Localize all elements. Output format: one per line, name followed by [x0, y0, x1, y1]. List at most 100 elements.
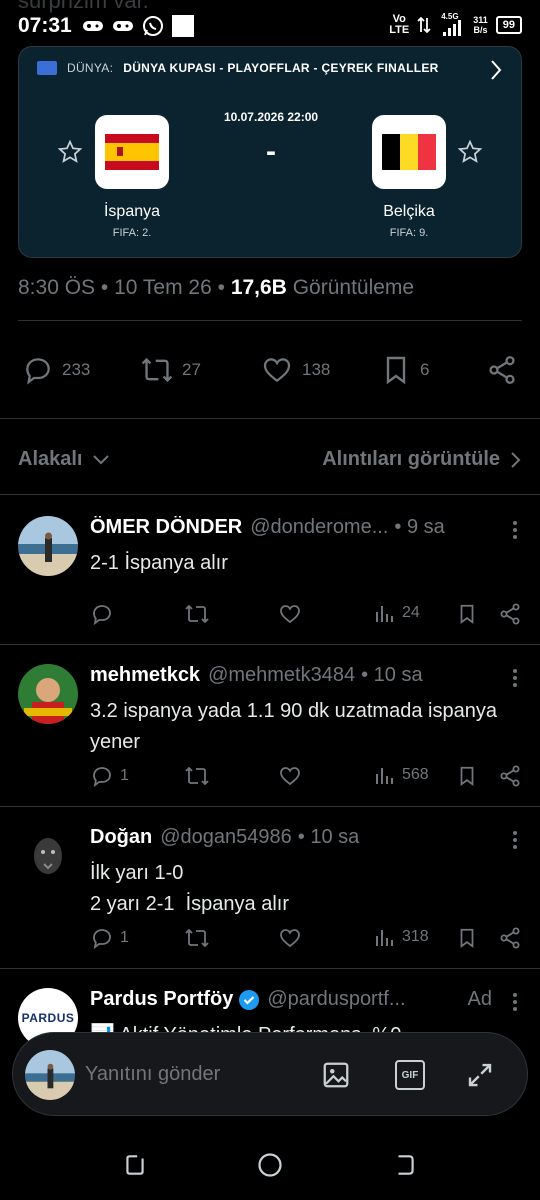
- reply-text: 2-1 İspanya alır: [90, 552, 228, 574]
- user-handle[interactable]: @dogan54986: [160, 826, 292, 849]
- bookmark-icon: [386, 356, 406, 385]
- repost-button[interactable]: 27: [140, 354, 201, 386]
- repost-button[interactable]: [184, 926, 210, 950]
- share-icon: [489, 356, 515, 384]
- reply-button[interactable]: 1: [90, 926, 129, 950]
- heart-icon: [280, 929, 300, 948]
- more-options-icon[interactable]: [512, 992, 518, 1012]
- view-quotes-label: Alıntıları görüntüle: [322, 448, 500, 470]
- status-bar: surprizim var. 07:31 Vo LTE 4.5G 311 B/s…: [0, 0, 540, 50]
- share-icon: [500, 603, 520, 625]
- favorite-star-icon[interactable]: [457, 139, 483, 165]
- gamepad-icon: [113, 21, 133, 31]
- view-count: 318: [402, 928, 429, 945]
- repost-icon: [185, 604, 209, 624]
- more-options-icon[interactable]: [512, 520, 518, 540]
- network-type: Vo LTE: [389, 13, 410, 36]
- user-handle[interactable]: @donderome...: [250, 516, 388, 539]
- view-quotes-link[interactable]: Alıntıları görüntüle: [322, 448, 522, 471]
- home-team-rank: FIFA: 2.: [112, 227, 152, 239]
- heart-icon: [263, 358, 291, 383]
- away-team-flag[interactable]: [372, 115, 446, 189]
- home-team-name: İspanya: [103, 203, 161, 220]
- view-count[interactable]: 17,6B: [231, 276, 287, 299]
- reply-icon: [93, 605, 111, 626]
- display-name[interactable]: ÖMER DÖNDER: [90, 516, 242, 539]
- match-card[interactable]: DÜNYA: DÜNYA KUPASI - PLAYOFFLAR - ÇEYRE…: [18, 46, 522, 258]
- share-button[interactable]: [498, 764, 522, 788]
- reply-action-bar: 24: [90, 602, 524, 632]
- reply-text-line: İlk yarı 1-0: [90, 862, 184, 884]
- more-options-icon[interactable]: [512, 668, 518, 688]
- bookmark-count: 6: [420, 360, 430, 379]
- bookmark-button[interactable]: 6: [380, 354, 429, 386]
- bookmark-button[interactable]: [456, 926, 478, 950]
- reply-text: 3.2 ispanya yada 1.1 90 dk uzatmada ispa…: [90, 700, 497, 753]
- reply-text: İlk yarı 1-0 2 yarı 2-1 İspanya alır: [90, 858, 510, 920]
- gamepad-icon: [83, 21, 103, 31]
- spain-flag-icon: [105, 134, 159, 170]
- region-label: DÜNYA:: [67, 61, 114, 75]
- views-button[interactable]: 318: [374, 926, 429, 948]
- world-flag-icon: [37, 61, 57, 75]
- share-button[interactable]: [498, 602, 522, 626]
- divider: [0, 806, 540, 807]
- reply-action-bar: 1 568: [90, 764, 524, 794]
- gif-label: GIF: [401, 1069, 419, 1081]
- display-name[interactable]: mehmetkck: [90, 664, 200, 687]
- avatar[interactable]: [18, 664, 78, 724]
- home-icon[interactable]: [256, 1151, 284, 1179]
- reply-item[interactable]: mehmetkck @mehmetk3484 • 10 sa 3.2 ispan…: [0, 664, 540, 806]
- bookmark-button[interactable]: [456, 764, 478, 788]
- reply-button[interactable]: 233: [22, 354, 90, 386]
- favorite-star-icon[interactable]: [57, 139, 83, 165]
- reply-button[interactable]: [90, 602, 114, 626]
- home-team-flag[interactable]: [95, 115, 169, 189]
- repost-button[interactable]: [184, 764, 210, 788]
- chevron-right-icon[interactable]: [489, 59, 503, 81]
- views-button[interactable]: 24: [374, 602, 420, 624]
- scrolled-text: surprizim var.: [18, 0, 149, 13]
- avatar[interactable]: [18, 516, 78, 576]
- share-button[interactable]: [498, 926, 522, 950]
- like-button[interactable]: 138: [260, 354, 330, 386]
- reply-input[interactable]: Yanıtını gönder: [85, 1063, 220, 1086]
- reply-item[interactable]: ÖMER DÖNDER @donderome... • 9 sa 2-1 İsp…: [0, 516, 540, 644]
- reply-button[interactable]: 1: [90, 764, 129, 788]
- user-handle[interactable]: @pardusportf...: [267, 988, 405, 1011]
- divider: [0, 418, 540, 419]
- like-button[interactable]: [278, 926, 302, 950]
- display-name[interactable]: Doğan: [90, 826, 152, 849]
- view-count: 24: [402, 604, 420, 621]
- like-button[interactable]: [278, 764, 302, 788]
- user-handle[interactable]: @mehmetk3484: [208, 664, 355, 687]
- image-icon[interactable]: [321, 1060, 351, 1090]
- views-button[interactable]: 568: [374, 764, 429, 786]
- reply-item[interactable]: Doğan @dogan54986 • 10 sa İlk yarı 1-0 2…: [0, 826, 540, 968]
- reply-composer[interactable]: Yanıtını gönder GIF: [12, 1032, 528, 1116]
- display-name[interactable]: Pardus Portföy: [90, 988, 233, 1011]
- post-meta: 8:30 ÖS • 10 Tem 26 • 17,6B Görüntüleme: [18, 276, 415, 299]
- like-button[interactable]: [278, 602, 302, 626]
- sort-dropdown[interactable]: Alakalı: [18, 448, 110, 471]
- post-time: 8:30 ÖS: [18, 276, 96, 299]
- repost-button[interactable]: [184, 602, 210, 626]
- recent-apps-icon[interactable]: [122, 1152, 148, 1178]
- view-count: 568: [402, 766, 429, 783]
- sort-label: Alakalı: [18, 448, 83, 470]
- expand-icon[interactable]: [465, 1060, 495, 1090]
- my-avatar: [25, 1050, 75, 1100]
- gif-button[interactable]: GIF: [395, 1060, 425, 1090]
- share-button[interactable]: [486, 354, 518, 386]
- avatar[interactable]: [18, 826, 78, 886]
- analytics-icon: [376, 768, 393, 784]
- ad-header: Pardus Portföy @pardusportf...: [90, 988, 520, 1011]
- bookmark-icon: [460, 928, 474, 948]
- share-icon: [500, 927, 520, 949]
- chevron-right-icon: [511, 451, 521, 468]
- reply-filter-row: Alakalı Alıntıları görüntüle: [18, 448, 522, 471]
- bookmark-button[interactable]: [456, 602, 478, 626]
- more-options-icon[interactable]: [512, 830, 518, 850]
- chevron-down-icon: [93, 454, 110, 464]
- back-icon[interactable]: [392, 1152, 418, 1178]
